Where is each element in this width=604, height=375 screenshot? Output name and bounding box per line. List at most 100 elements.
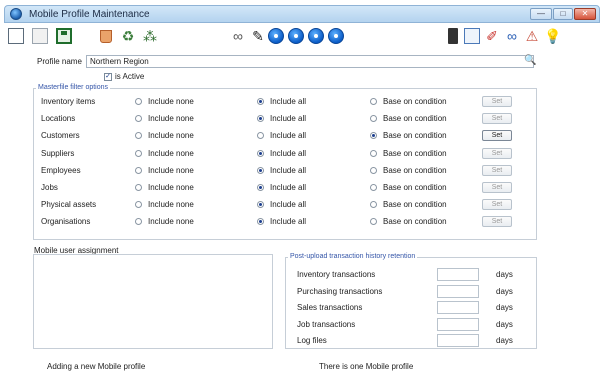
masterfile-row-label: Employees — [41, 166, 81, 175]
include-none-label: Include none — [148, 131, 194, 140]
include-all-radio[interactable] — [257, 201, 264, 208]
first-record-icon[interactable] — [268, 28, 284, 44]
warning-icon[interactable]: ⚠ — [524, 28, 540, 44]
retention-days-input[interactable] — [437, 268, 479, 281]
retention-row-label: Inventory transactions — [297, 270, 376, 279]
include-none-radio[interactable] — [135, 201, 142, 208]
masterfile-row-label: Organisations — [41, 217, 91, 226]
base-on-condition-radio[interactable] — [370, 167, 377, 174]
report-icon[interactable] — [448, 28, 458, 44]
include-all-radio[interactable] — [257, 184, 264, 191]
app-icon — [10, 8, 22, 20]
include-all-label: Include all — [270, 200, 307, 209]
base-on-condition-label: Base on condition — [383, 166, 447, 175]
include-all-radio[interactable] — [257, 218, 264, 225]
link-icon[interactable]: ∞ — [504, 28, 520, 44]
delete-icon[interactable] — [100, 30, 112, 43]
retention-legend: Post-upload transaction history retentio… — [288, 253, 418, 260]
base-on-condition-radio[interactable] — [370, 201, 377, 208]
set-button[interactable]: Set — [482, 130, 512, 141]
refresh-icon[interactable]: ♻ — [120, 28, 136, 44]
new-document-icon[interactable] — [8, 28, 24, 44]
title-bar: Mobile Profile Maintenance — □ ✕ — [4, 5, 600, 23]
base-on-condition-radio[interactable] — [370, 132, 377, 139]
is-active-label: is Active — [115, 72, 145, 81]
retention-row-label: Log files — [297, 336, 327, 345]
include-all-label: Include all — [270, 166, 307, 175]
profile-name-input[interactable]: Northern Region — [86, 55, 534, 68]
include-all-radio[interactable] — [257, 167, 264, 174]
base-on-condition-radio[interactable] — [370, 98, 377, 105]
minimize-button[interactable]: — — [530, 8, 552, 20]
search-icon[interactable]: 🔍 — [524, 55, 536, 66]
include-all-label: Include all — [270, 217, 307, 226]
last-record-icon[interactable] — [328, 28, 344, 44]
masterfile-row-label: Customers — [41, 131, 80, 140]
search-binoculars-icon[interactable]: ∞ — [230, 28, 246, 44]
masterfile-row-label: Physical assets — [41, 200, 97, 209]
retention-unit-label: days — [496, 287, 513, 296]
retention-row-label: Job transactions — [297, 320, 356, 329]
window-title: Mobile Profile Maintenance — [29, 9, 150, 20]
note-icon[interactable] — [464, 28, 480, 44]
attachment-icon[interactable]: ✐ — [484, 28, 500, 44]
include-all-radio[interactable] — [257, 98, 264, 105]
include-none-radio[interactable] — [135, 184, 142, 191]
base-on-condition-label: Base on condition — [383, 217, 447, 226]
retention-days-input[interactable] — [437, 285, 479, 298]
masterfile-row-label: Jobs — [41, 183, 58, 192]
previous-record-icon[interactable] — [288, 28, 304, 44]
is-active-checkbox[interactable]: ✓ — [104, 73, 112, 81]
set-button[interactable]: Set — [482, 216, 512, 227]
include-none-radio[interactable] — [135, 218, 142, 225]
base-on-condition-radio[interactable] — [370, 218, 377, 225]
maximize-button[interactable]: □ — [553, 8, 573, 20]
retention-unit-label: days — [496, 270, 513, 279]
profile-name-label: Profile name — [37, 57, 82, 66]
close-button[interactable]: ✕ — [574, 8, 596, 20]
include-all-radio[interactable] — [257, 150, 264, 157]
base-on-condition-label: Base on condition — [383, 183, 447, 192]
masterfile-row-label: Locations — [41, 114, 76, 123]
base-on-condition-radio[interactable] — [370, 184, 377, 191]
set-button[interactable]: Set — [482, 113, 512, 124]
retention-days-input[interactable] — [437, 334, 479, 347]
next-record-icon[interactable] — [308, 28, 324, 44]
retention-unit-label: days — [496, 303, 513, 312]
save-icon[interactable] — [56, 28, 72, 44]
copy-document-icon[interactable] — [32, 28, 48, 44]
include-all-radio[interactable] — [257, 132, 264, 139]
include-none-radio[interactable] — [135, 98, 142, 105]
include-all-label: Include all — [270, 131, 307, 140]
set-button[interactable]: Set — [482, 165, 512, 176]
retention-days-input[interactable] — [437, 301, 479, 314]
retention-row-label: Sales transactions — [297, 303, 363, 312]
set-button[interactable]: Set — [482, 148, 512, 159]
include-none-label: Include none — [148, 200, 194, 209]
include-none-radio[interactable] — [135, 115, 142, 122]
base-on-condition-radio[interactable] — [370, 115, 377, 122]
set-button[interactable]: Set — [482, 96, 512, 107]
retention-days-input[interactable] — [437, 318, 479, 331]
help-bulb-icon[interactable]: 💡 — [544, 28, 561, 44]
base-on-condition-label: Base on condition — [383, 97, 447, 106]
include-all-label: Include all — [270, 149, 307, 158]
include-none-radio[interactable] — [135, 132, 142, 139]
include-all-radio[interactable] — [257, 115, 264, 122]
include-none-label: Include none — [148, 149, 194, 158]
base-on-condition-label: Base on condition — [383, 200, 447, 209]
set-button[interactable]: Set — [482, 199, 512, 210]
mobile-user-assignment-list[interactable] — [33, 254, 273, 349]
edit-pen-icon[interactable]: ✎ — [250, 28, 266, 44]
masterfile-filter-legend: Masterfile filter options — [36, 84, 111, 91]
include-none-radio[interactable] — [135, 150, 142, 157]
retention-unit-label: days — [496, 336, 513, 345]
retention-unit-label: days — [496, 320, 513, 329]
tree-icon[interactable]: ⁂ — [142, 28, 158, 44]
base-on-condition-radio[interactable] — [370, 150, 377, 157]
include-none-radio[interactable] — [135, 167, 142, 174]
base-on-condition-label: Base on condition — [383, 114, 447, 123]
include-none-label: Include none — [148, 166, 194, 175]
set-button[interactable]: Set — [482, 182, 512, 193]
base-on-condition-label: Base on condition — [383, 149, 447, 158]
